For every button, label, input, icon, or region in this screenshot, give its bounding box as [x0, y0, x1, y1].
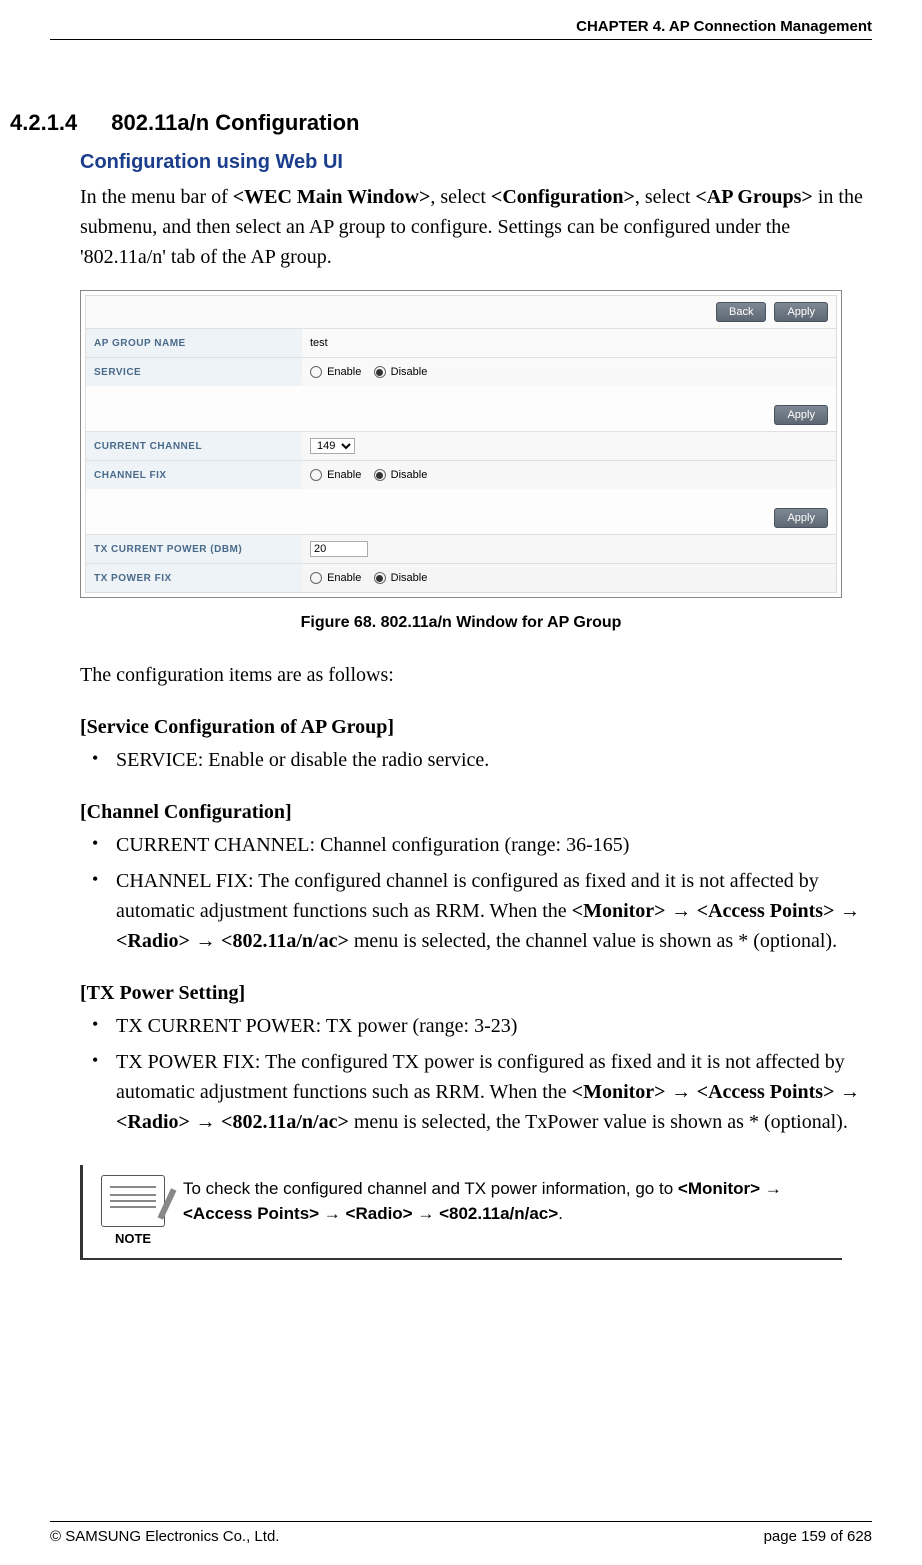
- row-channel-fix: CHANNEL FIX Enable Disable: [86, 461, 836, 490]
- row-current-channel: CURRENT CHANNEL 149: [86, 432, 836, 461]
- value-ap-group-name: test: [302, 329, 836, 358]
- radio-label-enable: Enable: [327, 469, 361, 481]
- radio-service-enable[interactable]: [310, 366, 322, 378]
- label-current-channel: CURRENT CHANNEL: [86, 432, 302, 461]
- row-tx-current-power: TX CURRENT POWER (DBM): [86, 535, 836, 564]
- radio-label-disable: Disable: [391, 469, 428, 481]
- radio-service-disable[interactable]: [374, 366, 386, 378]
- radio-channelfix-disable[interactable]: [374, 469, 386, 481]
- label-tx-power-fix: TX POWER FIX: [86, 564, 302, 593]
- figure-caption: Figure 68. 802.11a/n Window for AP Group: [50, 614, 872, 632]
- chapter-header: CHAPTER 4. AP Connection Management: [50, 0, 872, 40]
- input-tx-current-power[interactable]: [310, 541, 368, 557]
- page-number: page 159 of 628: [764, 1528, 872, 1545]
- figure-802-11an: Back Apply AP GROUP NAME test SERVICE En…: [80, 290, 842, 598]
- note-label: NOTE: [83, 1231, 183, 1246]
- note-text: To check the configured channel and TX p…: [183, 1175, 832, 1226]
- section-title: 802.11a/n Configuration: [111, 110, 359, 135]
- label-service: SERVICE: [86, 358, 302, 387]
- bullet-tx-current-power: TX CURRENT POWER: TX power (range: 3-23): [116, 1011, 872, 1041]
- select-current-channel[interactable]: 149: [310, 438, 355, 454]
- radio-label-enable: Enable: [327, 366, 361, 378]
- radio-label-enable: Enable: [327, 572, 361, 584]
- row-ap-group-name: AP GROUP NAME test: [86, 329, 836, 358]
- bullet-current-channel: CURRENT CHANNEL: Channel configuration (…: [116, 830, 872, 860]
- apply-button[interactable]: Apply: [774, 302, 828, 322]
- row-service: SERVICE Enable Disable: [86, 358, 836, 387]
- chapter-title: CHAPTER 4. AP Connection Management: [576, 18, 872, 35]
- heading-service-config: [Service Configuration of AP Group]: [80, 716, 872, 739]
- heading-channel-config: [Channel Configuration]: [80, 801, 872, 824]
- bullet-channel-fix: CHANNEL FIX: The configured channel is c…: [116, 866, 872, 956]
- intro-paragraph: In the menu bar of <WEC Main Window>, se…: [80, 182, 872, 272]
- page-footer: © SAMSUNG Electronics Co., Ltd. page 159…: [50, 1521, 872, 1545]
- bullet-service: SERVICE: Enable or disable the radio ser…: [116, 745, 872, 775]
- radio-channelfix-enable[interactable]: [310, 469, 322, 481]
- label-ap-group-name: AP GROUP NAME: [86, 329, 302, 358]
- radio-txfix-disable[interactable]: [374, 572, 386, 584]
- section-number: 4.2.1.4: [10, 110, 77, 136]
- bullet-tx-power-fix: TX POWER FIX: The configured TX power is…: [116, 1047, 872, 1137]
- radio-txfix-enable[interactable]: [310, 572, 322, 584]
- subsection-heading: Configuration using Web UI: [80, 151, 872, 174]
- label-channel-fix: CHANNEL FIX: [86, 461, 302, 490]
- radio-label-disable: Disable: [391, 366, 428, 378]
- copyright: © SAMSUNG Electronics Co., Ltd.: [50, 1528, 279, 1545]
- heading-tx-power: [TX Power Setting]: [80, 982, 872, 1005]
- note-box: NOTE To check the configured channel and…: [80, 1165, 842, 1260]
- followup-text: The configuration items are as follows:: [80, 660, 872, 690]
- row-tx-power-fix: TX POWER FIX Enable Disable: [86, 564, 836, 593]
- note-icon: [101, 1175, 165, 1227]
- apply-button-tx[interactable]: Apply: [774, 508, 828, 528]
- apply-button-channel[interactable]: Apply: [774, 405, 828, 425]
- back-button[interactable]: Back: [716, 302, 766, 322]
- label-tx-current-power: TX CURRENT POWER (DBM): [86, 535, 302, 564]
- radio-label-disable: Disable: [391, 572, 428, 584]
